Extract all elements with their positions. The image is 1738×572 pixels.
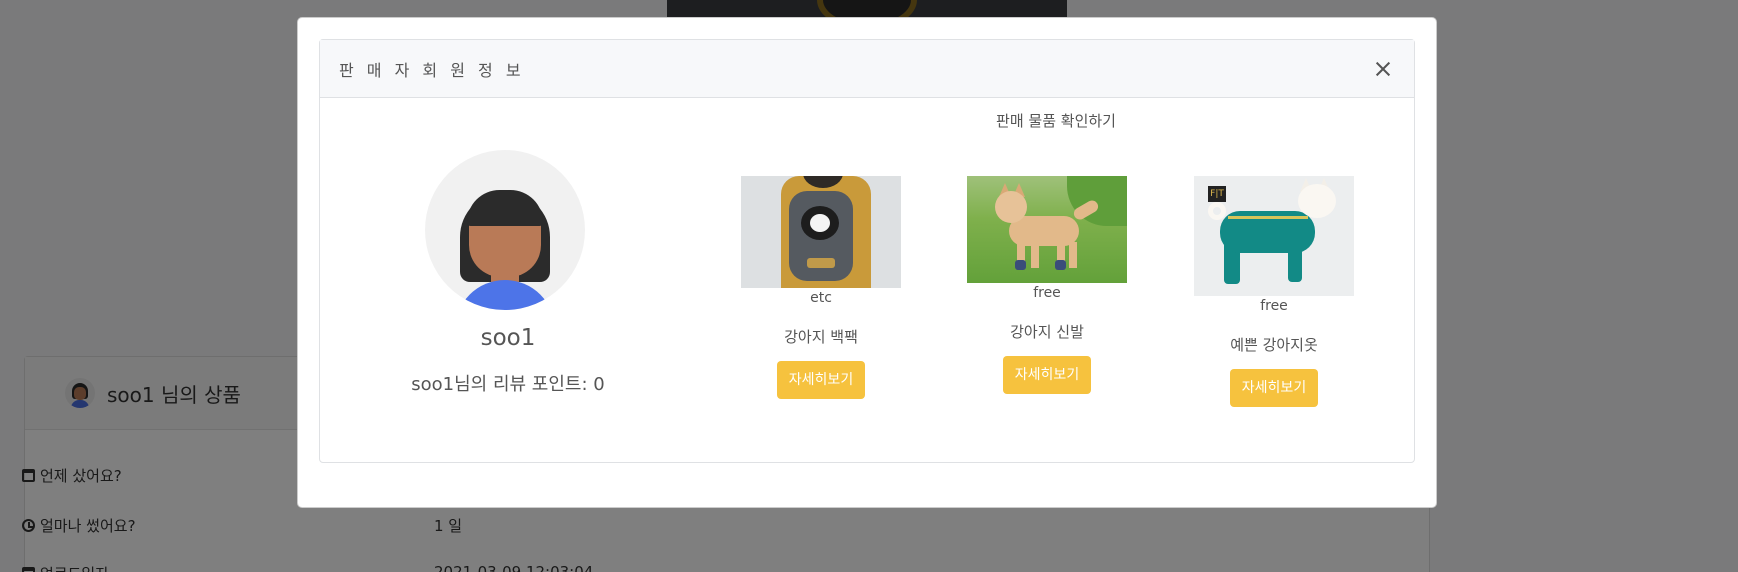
product-image[interactable] (741, 176, 901, 288)
product-name: 강아지 백팩 (784, 328, 858, 346)
product-category: etc (810, 290, 832, 306)
product-category: free (1260, 298, 1288, 314)
seller-info-card: 판 매 자 회 원 정 보 soo1 soo1님의 리뷰 포인트: 0 판매 물… (319, 39, 1415, 463)
product-image[interactable]: F|T (1194, 176, 1354, 296)
product-name: 예쁜 강아지옷 (1230, 336, 1318, 354)
product-image[interactable] (967, 176, 1127, 283)
modal-title: 판 매 자 회 원 정 보 (339, 60, 525, 80)
detail-button[interactable]: 자세히보기 (1229, 369, 1319, 407)
product-card: etc 강아지 백팩 자세히보기 (721, 176, 921, 399)
detail-button[interactable]: 자세히보기 (1002, 356, 1092, 394)
product-card: free 강아지 신발 자세히보기 (947, 176, 1147, 394)
brand-logo: F|T (1208, 186, 1226, 202)
profile-avatar (425, 150, 585, 310)
product-name: 강아지 신발 (1010, 323, 1084, 341)
seller-info-modal: 판 매 자 회 원 정 보 soo1 soo1님의 리뷰 포인트: 0 판매 물… (297, 17, 1437, 508)
product-card: F|T free 예쁜 강아지옷 자세히보기 (1174, 176, 1374, 407)
detail-button[interactable]: 자세히보기 (776, 361, 866, 399)
review-points: soo1님의 리뷰 포인트: 0 (411, 374, 605, 395)
close-icon[interactable] (1372, 58, 1394, 80)
products-heading: 판매 물품 확인하기 (996, 112, 1116, 130)
modal-header: 판 매 자 회 원 정 보 (320, 40, 1414, 98)
seller-name: soo1 (480, 325, 536, 351)
product-category: free (1033, 285, 1061, 301)
